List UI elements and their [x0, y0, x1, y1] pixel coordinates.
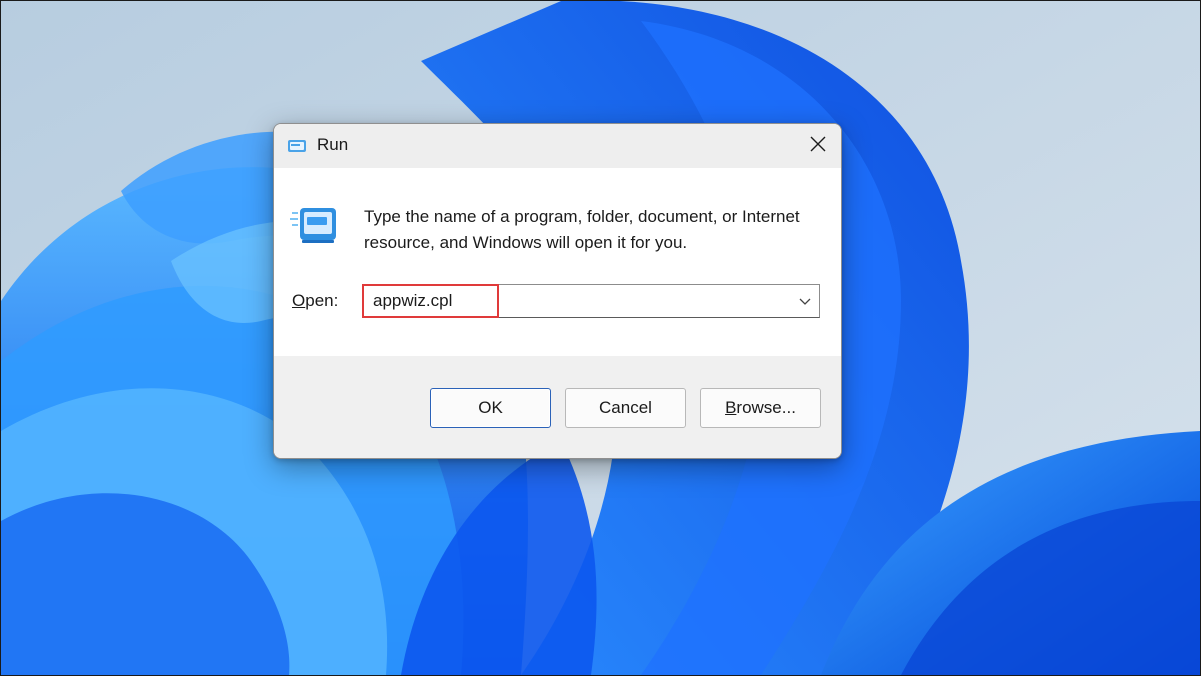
run-icon — [287, 136, 307, 156]
cancel-button[interactable]: Cancel — [565, 388, 686, 428]
run-program-icon — [290, 206, 338, 246]
dialog-content: Type the name of a program, folder, docu… — [274, 168, 841, 356]
input-highlight-box — [362, 284, 499, 318]
dialog-footer: OK Cancel Browse... — [274, 356, 841, 458]
open-label-mnemonic: O — [292, 291, 306, 310]
close-button[interactable] — [795, 124, 841, 168]
browse-mnemonic: B — [725, 398, 737, 417]
dialog-description: Type the name of a program, folder, docu… — [364, 207, 800, 252]
close-icon — [810, 136, 826, 157]
dialog-titlebar[interactable]: Run — [274, 124, 841, 168]
screenshot-frame: Run Type the name of a program, folder, … — [0, 0, 1201, 676]
run-dialog: Run Type the name of a program, folder, … — [273, 123, 842, 459]
chevron-down-icon[interactable] — [797, 293, 813, 309]
browse-label: rowse... — [736, 398, 796, 417]
browse-button[interactable]: Browse... — [700, 388, 821, 428]
open-label-text: pen: — [305, 291, 339, 310]
open-combobox[interactable]: appwiz.cpl — [362, 284, 820, 318]
open-label: Open: — [292, 291, 338, 311]
ok-button[interactable]: OK — [430, 388, 551, 428]
dialog-title: Run — [317, 135, 349, 154]
